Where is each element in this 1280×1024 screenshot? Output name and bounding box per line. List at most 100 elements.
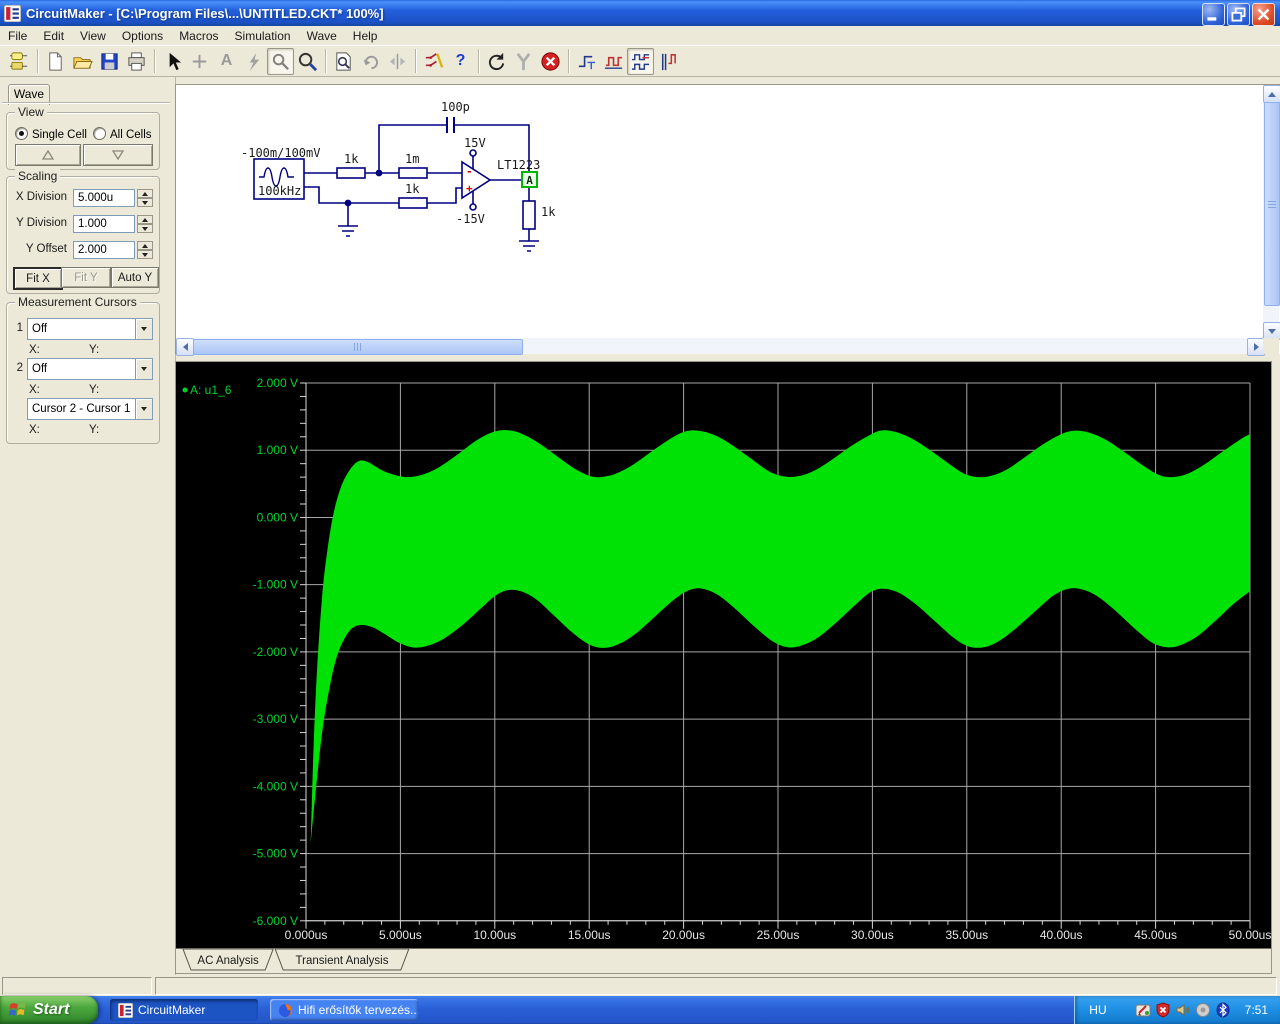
x-division-input[interactable]: 5.000u	[73, 189, 135, 207]
pen-tablet-icon[interactable]	[1135, 1002, 1151, 1018]
dropdown-arrow-icon[interactable]	[135, 399, 152, 419]
close-button[interactable]	[1252, 3, 1275, 26]
probe-tool-button[interactable]	[267, 47, 294, 75]
spin-down-icon[interactable]	[137, 198, 153, 207]
select-arrow-button[interactable]	[159, 48, 186, 75]
menu-item-view[interactable]: View	[72, 27, 114, 45]
spin-up-icon[interactable]	[137, 215, 153, 224]
vscroll-thumb[interactable]	[1264, 102, 1280, 306]
clock[interactable]: 7:51	[1245, 1003, 1268, 1017]
stop-button[interactable]	[537, 48, 564, 75]
transient-setup-button[interactable]	[573, 48, 600, 75]
windows-logo-icon	[8, 1002, 26, 1016]
bluetooth-icon[interactable]	[1215, 1002, 1231, 1018]
menu-item-options[interactable]: Options	[114, 27, 171, 45]
spin-down-icon[interactable]	[137, 224, 153, 233]
menu-item-help[interactable]: Help	[345, 27, 386, 45]
title-bar: CircuitMaker - [C:\Program Files\...\UNT…	[0, 0, 1280, 26]
vplus-pin[interactable]	[469, 149, 477, 157]
volume-icon[interactable]	[1175, 1002, 1191, 1018]
analysis-tabstrip: AC Analysis Transient Analysis	[176, 948, 1271, 973]
resistor-1m-feedback[interactable]	[398, 167, 428, 179]
resistor-1k-input[interactable]	[336, 167, 366, 179]
task-label: CircuitMaker	[138, 1003, 206, 1017]
spin-up-icon[interactable]	[137, 241, 153, 250]
help-button[interactable]: ?	[447, 48, 474, 75]
radio-all-cells[interactable]: All Cells	[93, 125, 152, 143]
dropdown-arrow-icon[interactable]	[135, 359, 152, 379]
new-file-button[interactable]	[42, 48, 69, 75]
y-offset-input[interactable]: 2.000	[73, 241, 135, 259]
scroll-left-icon[interactable]	[176, 338, 194, 356]
y-division-spinner[interactable]	[137, 215, 153, 233]
vminus-pin[interactable]	[469, 203, 477, 211]
fit-y-button[interactable]: Fit Y	[61, 267, 111, 288]
tab-label[interactable]: AC Analysis	[197, 955, 259, 967]
tab-label[interactable]: Transient Analysis	[296, 955, 389, 967]
print-button[interactable]	[123, 48, 150, 75]
capacitor-100p[interactable]	[446, 117, 455, 133]
scroll-up-icon[interactable]	[1263, 85, 1280, 103]
y-offset-spinner[interactable]	[137, 241, 153, 259]
tab-wave[interactable]: Wave	[8, 84, 50, 105]
task-button-browser[interactable]: Hifi erősítők tervezés...	[270, 999, 418, 1021]
fit-x-button[interactable]: Fit X	[13, 267, 63, 290]
restore-button[interactable]	[1227, 3, 1250, 26]
spin-up-icon[interactable]	[137, 189, 153, 198]
menu-item-simulation[interactable]: Simulation	[227, 27, 299, 45]
cell-down-button[interactable]	[83, 144, 153, 166]
schematic-pane[interactable]: A -100m/100mV 100kHz 1k 1m 1k 100p 15V -…	[175, 84, 1280, 356]
menu-item-macros[interactable]: Macros	[171, 27, 226, 45]
spin-down-icon[interactable]	[137, 250, 153, 259]
security-shield-icon[interactable]	[1155, 1002, 1171, 1018]
menu-item-file[interactable]: File	[0, 27, 35, 45]
digital-analog-switch-button[interactable]	[420, 48, 447, 75]
run-probe-button[interactable]	[240, 48, 267, 75]
schematic-vscrollbar[interactable]	[1263, 85, 1280, 340]
open-file-button[interactable]	[69, 48, 96, 75]
mixed-analysis-button[interactable]	[627, 47, 654, 75]
hscroll-thumb[interactable]	[193, 339, 523, 355]
auto-y-button[interactable]: Auto Y	[111, 267, 159, 288]
resistor-1k-plus[interactable]	[398, 197, 428, 209]
cursor2-select[interactable]: Off	[27, 358, 153, 380]
digital-analysis-button[interactable]	[654, 48, 681, 75]
radio-single-cell-circle[interactable]	[15, 127, 28, 140]
save-file-button[interactable]	[96, 48, 123, 75]
cell-up-button[interactable]	[15, 144, 81, 166]
toolbar: A?	[0, 45, 1280, 77]
waveform-pane[interactable]: 2.000 V 1.000 V 0.000 V -1.000 V -2.000 V -3.…	[175, 361, 1272, 974]
zoom-tool-button[interactable]	[294, 48, 321, 75]
menu-item-wave[interactable]: Wave	[299, 27, 345, 45]
y-division-input[interactable]: 1.000	[73, 215, 135, 233]
audio-device-icon[interactable]	[1195, 1002, 1211, 1018]
rotate-button[interactable]	[357, 48, 384, 75]
analog-analysis-button[interactable]	[600, 48, 627, 75]
waveform-plot[interactable]: 2.000 V 1.000 V 0.000 V -1.000 V -2.000 V -3.…	[176, 362, 1271, 949]
language-indicator[interactable]: HU	[1089, 1003, 1106, 1017]
cursor1-select[interactable]: Off	[27, 318, 153, 340]
start-button[interactable]: Start	[0, 996, 98, 1024]
parts-browser-button[interactable]	[6, 48, 33, 75]
schematic-hscrollbar[interactable]	[176, 338, 1265, 356]
reset-button[interactable]	[483, 48, 510, 75]
radio-single-cell[interactable]: Single Cell	[15, 125, 87, 143]
step-tool-icon	[516, 52, 531, 70]
minimize-button[interactable]	[1202, 3, 1225, 26]
cursor-diff-select[interactable]: Cursor 2 - Cursor 1	[27, 398, 153, 420]
toolbar-separator	[478, 49, 479, 73]
x-tick-label: 30.00us	[851, 928, 894, 942]
mirror-button[interactable]	[384, 48, 411, 75]
resistor-1k-load[interactable]	[522, 200, 536, 230]
search-part-button[interactable]	[330, 48, 357, 75]
schematic-canvas[interactable]: A -100m/100mV 100kHz 1k 1m 1k 100p 15V -…	[176, 85, 1263, 338]
dropdown-arrow-icon[interactable]	[135, 319, 152, 339]
step-tool-button[interactable]	[510, 48, 537, 75]
x-division-spinner[interactable]	[137, 189, 153, 207]
wire-tool-button[interactable]	[186, 48, 213, 75]
text-tool-button[interactable]: A	[213, 48, 240, 75]
trace-legend[interactable]: A: u1_6	[190, 383, 232, 397]
radio-all-cells-circle[interactable]	[93, 127, 106, 140]
task-button-circuitmaker[interactable]: CircuitMaker	[110, 999, 258, 1021]
menu-item-edit[interactable]: Edit	[35, 27, 72, 45]
